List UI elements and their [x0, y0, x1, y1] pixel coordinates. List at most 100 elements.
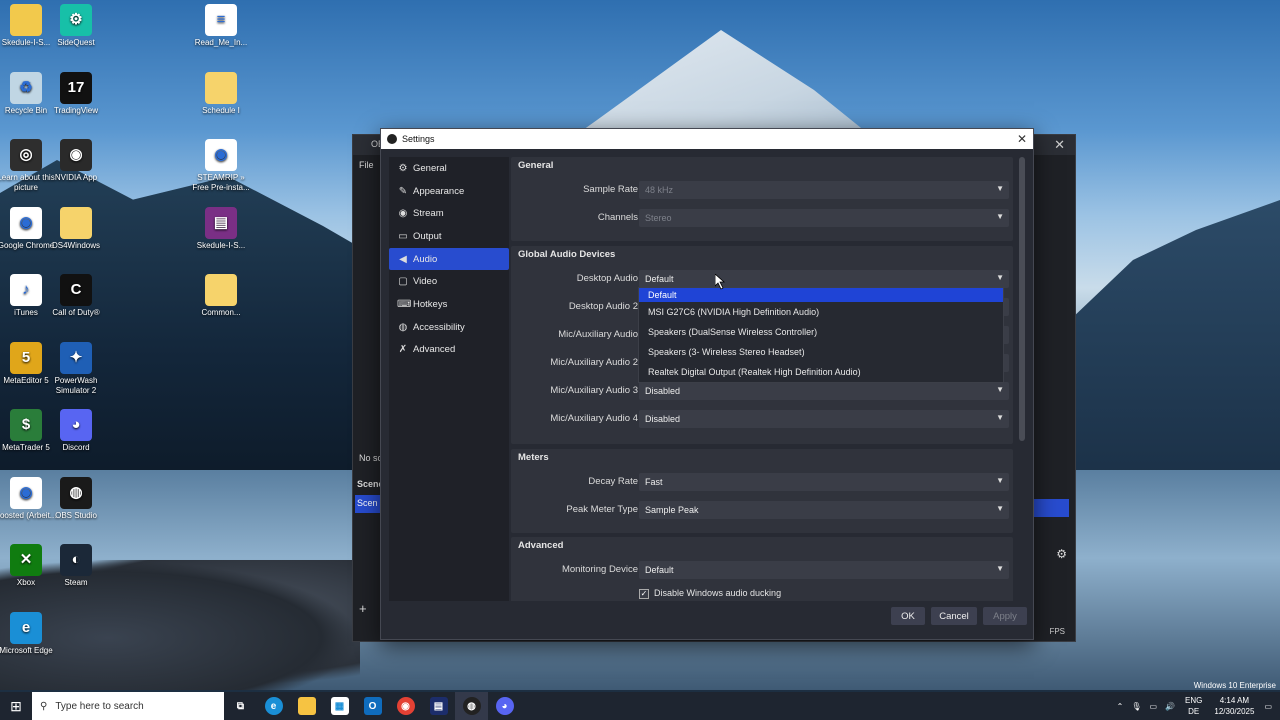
- monitoring-device-value: Default: [645, 565, 674, 575]
- desktop-shortcut[interactable]: 17 TradingView: [44, 71, 108, 116]
- metaeditor-icon: 5: [10, 341, 42, 374]
- desktop-shortcut-label: Steam: [64, 578, 88, 587]
- obs-scene-item-label: Scen: [357, 498, 378, 508]
- dropdown-option[interactable]: MSI G27C6 (NVIDIA High Definition Audio): [639, 302, 1003, 322]
- background-forest-right: [1070, 200, 1280, 500]
- disable-ducking-checkbox[interactable]: ✓: [639, 589, 649, 599]
- desktop-shortcut[interactable]: ◉ NVIDIA App: [44, 139, 108, 183]
- recycle-bin-icon: ♻: [10, 71, 42, 104]
- chevron-down-icon: ▼: [996, 184, 1004, 193]
- decay-rate-value: Fast: [645, 477, 663, 487]
- task-view-icon[interactable]: ⧉: [224, 692, 257, 720]
- desktop-shortcut[interactable]: ◉ STEAMRIP » Free Pre-insta...: [189, 139, 253, 193]
- sidebar-item-output[interactable]: ▭ Output: [389, 225, 509, 248]
- desktop-shortcut[interactable]: C Call of Duty®: [44, 274, 108, 318]
- desktop-shortcut[interactable]: ◕ Discord: [44, 409, 108, 453]
- obs-settings-gear-icon[interactable]: ⚙: [1056, 547, 1067, 561]
- desktop-shortcut[interactable]: ▤ Skedule-I-S...: [189, 206, 253, 251]
- chevron-down-icon: ▼: [996, 564, 1004, 573]
- obs-add-scene-button[interactable]: +: [359, 601, 367, 616]
- apply-button[interactable]: Apply: [983, 607, 1027, 625]
- brush-icon: ✎: [398, 185, 408, 197]
- store-icon[interactable]: ▦: [323, 692, 356, 720]
- ok-button-label: OK: [901, 610, 915, 622]
- desktop-shortcut[interactable]: e Microsoft Edge: [0, 611, 58, 656]
- sidebar-item-audio[interactable]: ◀ Audio: [389, 247, 509, 271]
- windows-edition-watermark: Windows 10 Enterprise: [1193, 681, 1276, 690]
- audio-device-select[interactable]: Disabled ▼: [639, 410, 1009, 428]
- volume-icon[interactable]: 🔊: [1165, 702, 1175, 711]
- chevron-down-icon: ▼: [996, 273, 1004, 282]
- cancel-button[interactable]: Cancel: [931, 607, 977, 625]
- desktop-shortcut[interactable]: Schedule I: [189, 71, 253, 116]
- language-indicator[interactable]: ENG DE: [1185, 695, 1202, 717]
- taskbar-search-box[interactable]: ⚲ Type here to search: [32, 692, 224, 720]
- dropdown-option[interactable]: Realtek Digital Output (Realtek High Def…: [639, 362, 1003, 382]
- sidebar-item-video[interactable]: ▢ Video: [389, 270, 509, 293]
- audio-device-value: Disabled: [645, 386, 681, 396]
- desktop-shortcut-label: NVIDIA App: [54, 173, 98, 182]
- dropdown-option[interactable]: Speakers (DualSense Wireless Controller): [639, 322, 1003, 342]
- sample-rate-select[interactable]: 48 kHz ▼: [639, 181, 1009, 199]
- obs-close-icon[interactable]: ✕: [1054, 137, 1065, 153]
- peak-meter-value: Sample Peak: [645, 505, 699, 515]
- audio-device-value: Default: [645, 274, 674, 284]
- obs-no-source-text: No sc: [359, 453, 383, 463]
- disable-ducking-label[interactable]: Disable Windows audio ducking: [654, 588, 781, 598]
- chevron-up-icon[interactable]: ⌃: [1117, 702, 1124, 711]
- sidebar-item-label: General: [413, 162, 447, 174]
- clock[interactable]: 4:14 AM 12/30/2025: [1214, 695, 1254, 717]
- section-advanced: Advanced Monitoring Device Default ▼ ✓ D…: [511, 537, 1013, 601]
- sidebar-item-appearance[interactable]: ✎ Appearance: [389, 180, 509, 203]
- sidebar-item-advanced[interactable]: ✗ Advanced: [389, 339, 509, 362]
- outlook-icon[interactable]: O: [356, 692, 389, 720]
- sidebar-item-general[interactable]: ⚙ General: [389, 157, 509, 180]
- sidebar-item-accessibility[interactable]: ◍ Accessibility: [389, 316, 509, 339]
- settings-sidebar: ⚙ General ✎ Appearance ◉ Stream ▭ Output ◀ Audio ▢…: [389, 157, 509, 601]
- obs-scene-item[interactable]: Scen: [355, 495, 381, 513]
- audio-device-select[interactable]: Disabled ▼: [639, 382, 1009, 400]
- notification-icon[interactable]: ▭: [1264, 702, 1272, 711]
- windows-start-button[interactable]: ⊞: [0, 692, 32, 720]
- close-icon[interactable]: ✕: [1017, 132, 1027, 146]
- monitoring-device-select[interactable]: Default ▼: [639, 561, 1009, 579]
- folder-icon: [205, 274, 237, 306]
- section-general-title: General: [518, 160, 554, 171]
- file-explorer-icon[interactable]: [290, 692, 323, 720]
- desktop-shortcut[interactable]: ≡ Read_Me_In...: [189, 4, 253, 48]
- channels-select[interactable]: Stereo ▼: [639, 209, 1009, 227]
- dropdown-option[interactable]: Default: [639, 288, 1003, 302]
- section-global-audio-title: Global Audio Devices: [518, 249, 616, 260]
- chrome-icon[interactable]: ◉: [389, 692, 422, 720]
- dropdown-option[interactable]: Speakers (3- Wireless Stereo Headset): [639, 342, 1003, 362]
- decay-rate-select[interactable]: Fast ▼: [639, 473, 1009, 491]
- desktop-shortcut[interactable]: DS4Windows: [44, 206, 108, 251]
- sidebar-item-stream[interactable]: ◉ Stream: [389, 202, 509, 225]
- sidebar-item-hotkeys[interactable]: ⌨ Hotkeys: [389, 293, 509, 316]
- desktop-shortcut[interactable]: ◍ OBS Studio: [44, 476, 108, 521]
- language-code: ENG: [1185, 696, 1203, 705]
- sidequest-icon: ⚙: [60, 4, 92, 36]
- obs-right-scene-highlight[interactable]: [1033, 499, 1069, 517]
- discord-taskbar-icon[interactable]: ◕: [488, 692, 521, 720]
- network-icon[interactable]: ▭: [1150, 702, 1158, 711]
- monitoring-device-label: Monitoring Device: [561, 564, 638, 575]
- obs-taskbar-icon[interactable]: ◍: [455, 692, 488, 720]
- settings-scrollbar[interactable]: [1019, 157, 1025, 441]
- ok-button[interactable]: OK: [891, 607, 925, 625]
- audio-device-select[interactable]: Default ▼: [639, 270, 1009, 288]
- desktop-shortcut[interactable]: ✦ PowerWash Simulator 2: [44, 341, 108, 396]
- peak-meter-select[interactable]: Sample Peak ▼: [639, 501, 1009, 519]
- apply-button-label: Apply: [993, 610, 1017, 622]
- desktop-shortcut[interactable]: ◐ Steam: [44, 544, 108, 588]
- desktop-shortcut[interactable]: ⚙ SideQuest: [44, 4, 108, 48]
- chrome-icon: ◉: [10, 476, 42, 509]
- keyboard-icon: ⌨: [397, 298, 412, 310]
- channels-label: Channels: [597, 212, 638, 223]
- microphone-icon[interactable]: 🎙: [1131, 702, 1141, 711]
- desktop-shortcut[interactable]: Common...: [189, 274, 253, 318]
- obs-menu-file[interactable]: File: [359, 160, 374, 170]
- edge-icon[interactable]: e: [257, 692, 290, 720]
- sidebar-item-label: Output: [413, 230, 442, 242]
- app-icon[interactable]: ▤: [422, 692, 455, 720]
